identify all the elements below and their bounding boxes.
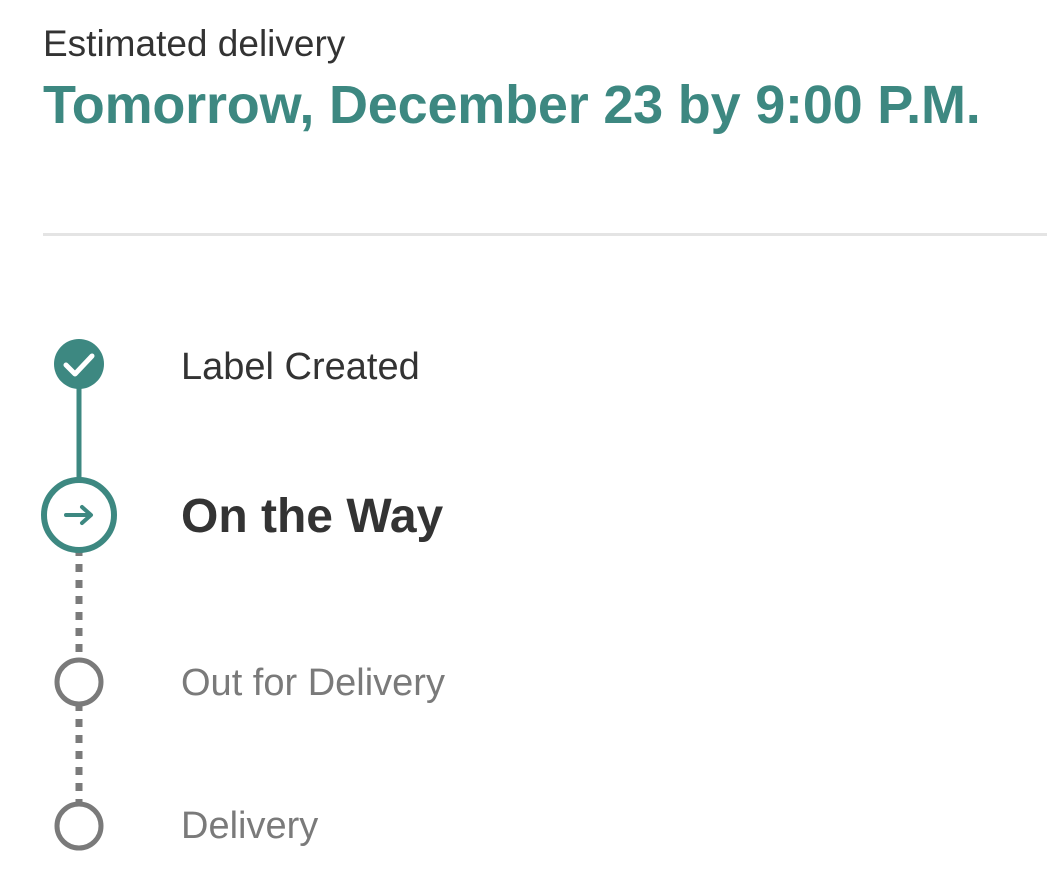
empty-circle-icon bbox=[54, 657, 104, 707]
step-out-for-delivery: Out for Delivery bbox=[181, 662, 445, 704]
timeline-graphic bbox=[41, 339, 117, 851]
empty-circle-icon bbox=[54, 801, 104, 851]
arrow-right-icon bbox=[41, 477, 117, 553]
step-delivery: Delivery bbox=[181, 805, 319, 847]
step-on-the-way: On the Way bbox=[181, 490, 444, 543]
check-icon bbox=[54, 339, 104, 389]
step-label-created: Label Created bbox=[181, 346, 420, 388]
